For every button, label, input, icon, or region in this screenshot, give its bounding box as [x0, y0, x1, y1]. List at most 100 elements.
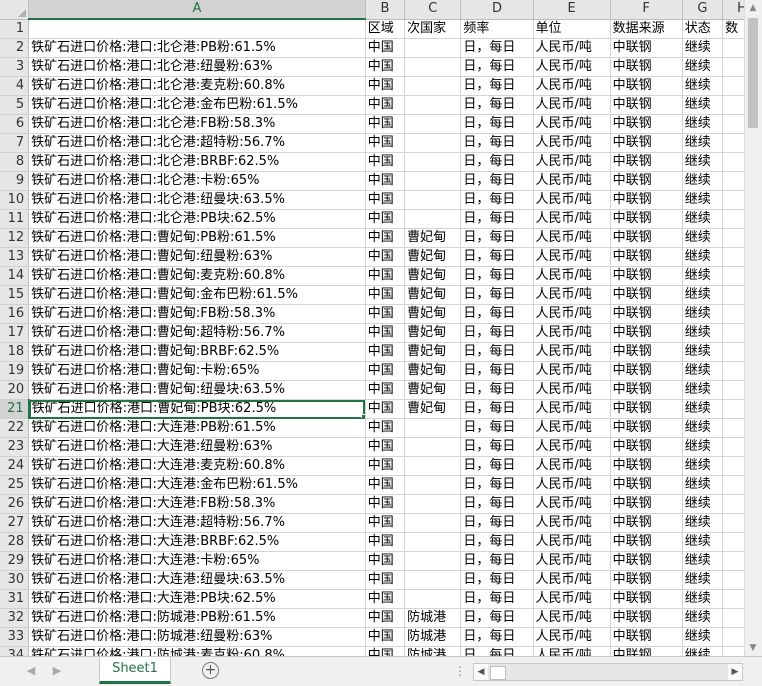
cell-f26[interactable]: 中联钢 — [610, 494, 683, 514]
cell-b2[interactable]: 中国 — [365, 38, 406, 58]
cell-e1[interactable]: 单位 — [533, 19, 611, 39]
cell-f7[interactable]: 中联钢 — [610, 133, 683, 153]
column-header-a[interactable]: A — [28, 0, 366, 20]
row-header[interactable]: 15 — [0, 285, 30, 305]
cell-g23[interactable]: 继续 — [682, 437, 724, 457]
cell-b27[interactable]: 中国 — [365, 513, 406, 533]
row-header[interactable]: 29 — [0, 551, 30, 571]
cell-e21[interactable]: 人民币/吨 — [533, 399, 611, 419]
cell-c23[interactable] — [404, 437, 462, 457]
cell-c34[interactable]: 防城港 — [404, 646, 462, 656]
cell-d24[interactable]: 日，每日 — [460, 456, 534, 476]
cell-d2[interactable]: 日，每日 — [460, 38, 534, 58]
cell-c27[interactable] — [404, 513, 462, 533]
cell-f11[interactable]: 中联钢 — [610, 209, 683, 229]
horizontal-scrollbar[interactable]: ◀ ▶ — [473, 663, 743, 681]
cell-g34[interactable]: 继续 — [682, 646, 724, 656]
cell-d4[interactable]: 日，每日 — [460, 76, 534, 96]
cell-g17[interactable]: 继续 — [682, 323, 724, 343]
row-header[interactable]: 28 — [0, 532, 30, 552]
cell-b30[interactable]: 中国 — [365, 570, 406, 590]
cell-a17[interactable]: 铁矿石进口价格:港口:曹妃甸:超特粉:56.7% — [28, 323, 366, 343]
cell-f6[interactable]: 中联钢 — [610, 114, 683, 134]
cell-g15[interactable]: 继续 — [682, 285, 724, 305]
cell-d5[interactable]: 日，每日 — [460, 95, 534, 115]
cell-f24[interactable]: 中联钢 — [610, 456, 683, 476]
cell-d8[interactable]: 日，每日 — [460, 152, 534, 172]
cell-e34[interactable]: 人民币/吨 — [533, 646, 611, 656]
cell-f25[interactable]: 中联钢 — [610, 475, 683, 495]
cell-d14[interactable]: 日，每日 — [460, 266, 534, 286]
cell-e5[interactable]: 人民币/吨 — [533, 95, 611, 115]
cell-d10[interactable]: 日，每日 — [460, 190, 534, 210]
cell-b1[interactable]: 区域 — [365, 19, 406, 39]
cell-b18[interactable]: 中国 — [365, 342, 406, 362]
cell-g24[interactable]: 继续 — [682, 456, 724, 476]
cell-d26[interactable]: 日，每日 — [460, 494, 534, 514]
row-header[interactable]: 10 — [0, 190, 30, 210]
cell-d34[interactable]: 日，每日 — [460, 646, 534, 656]
cell-f32[interactable]: 中联钢 — [610, 608, 683, 628]
row-header[interactable]: 25 — [0, 475, 30, 495]
cell-e14[interactable]: 人民币/吨 — [533, 266, 611, 286]
cell-c33[interactable]: 防城港 — [404, 627, 462, 647]
cell-f27[interactable]: 中联钢 — [610, 513, 683, 533]
cell-c25[interactable] — [404, 475, 462, 495]
cell-f33[interactable]: 中联钢 — [610, 627, 683, 647]
cell-g22[interactable]: 继续 — [682, 418, 724, 438]
cell-d6[interactable]: 日，每日 — [460, 114, 534, 134]
cell-e15[interactable]: 人民币/吨 — [533, 285, 611, 305]
cell-g10[interactable]: 继续 — [682, 190, 724, 210]
cell-f5[interactable]: 中联钢 — [610, 95, 683, 115]
cell-f20[interactable]: 中联钢 — [610, 380, 683, 400]
cell-g29[interactable]: 继续 — [682, 551, 724, 571]
row-header[interactable]: 30 — [0, 570, 30, 590]
cell-g6[interactable]: 继续 — [682, 114, 724, 134]
cell-c21[interactable]: 曹妃甸 — [404, 399, 462, 419]
column-header-e[interactable]: E — [533, 0, 611, 20]
cell-f19[interactable]: 中联钢 — [610, 361, 683, 381]
cell-a10[interactable]: 铁矿石进口价格:港口:北仑港:纽曼块:63.5% — [28, 190, 366, 210]
cell-b8[interactable]: 中国 — [365, 152, 406, 172]
cell-f34[interactable]: 中联钢 — [610, 646, 683, 656]
cell-f8[interactable]: 中联钢 — [610, 152, 683, 172]
cell-b21[interactable]: 中国 — [365, 399, 406, 419]
cell-g5[interactable]: 继续 — [682, 95, 724, 115]
cell-e28[interactable]: 人民币/吨 — [533, 532, 611, 552]
cell-d33[interactable]: 日，每日 — [460, 627, 534, 647]
cell-e16[interactable]: 人民币/吨 — [533, 304, 611, 324]
scroll-up-icon[interactable]: ▲ — [748, 2, 758, 14]
cell-c4[interactable] — [404, 76, 462, 96]
row-header[interactable]: 19 — [0, 361, 30, 381]
row-header[interactable]: 4 — [0, 76, 30, 96]
cell-a32[interactable]: 铁矿石进口价格:港口:防城港:PB粉:61.5% — [28, 608, 366, 628]
row-header[interactable]: 2 — [0, 38, 30, 58]
cell-g20[interactable]: 继续 — [682, 380, 724, 400]
cell-c18[interactable]: 曹妃甸 — [404, 342, 462, 362]
cell-c7[interactable] — [404, 133, 462, 153]
cell-d15[interactable]: 日，每日 — [460, 285, 534, 305]
cell-g3[interactable]: 继续 — [682, 57, 724, 77]
column-header-f[interactable]: F — [610, 0, 683, 20]
cell-a19[interactable]: 铁矿石进口价格:港口:曹妃甸:卡粉:65% — [28, 361, 366, 381]
cell-e31[interactable]: 人民币/吨 — [533, 589, 611, 609]
cell-g12[interactable]: 继续 — [682, 228, 724, 248]
cell-b9[interactable]: 中国 — [365, 171, 406, 191]
cell-f18[interactable]: 中联钢 — [610, 342, 683, 362]
cell-f1[interactable]: 数据来源 — [610, 19, 683, 39]
cell-f13[interactable]: 中联钢 — [610, 247, 683, 267]
cell-f21[interactable]: 中联钢 — [610, 399, 683, 419]
cell-e12[interactable]: 人民币/吨 — [533, 228, 611, 248]
cell-f29[interactable]: 中联钢 — [610, 551, 683, 571]
cell-c10[interactable] — [404, 190, 462, 210]
cell-g21[interactable]: 继续 — [682, 399, 724, 419]
cell-f15[interactable]: 中联钢 — [610, 285, 683, 305]
cell-a4[interactable]: 铁矿石进口价格:港口:北仑港:麦克粉:60.8% — [28, 76, 366, 96]
cell-d12[interactable]: 日，每日 — [460, 228, 534, 248]
cell-a16[interactable]: 铁矿石进口价格:港口:曹妃甸:FB粉:58.3% — [28, 304, 366, 324]
cell-b29[interactable]: 中国 — [365, 551, 406, 571]
cell-d22[interactable]: 日，每日 — [460, 418, 534, 438]
column-header-g[interactable]: G — [682, 0, 724, 20]
column-header-c[interactable]: C — [404, 0, 462, 20]
cell-d20[interactable]: 日，每日 — [460, 380, 534, 400]
